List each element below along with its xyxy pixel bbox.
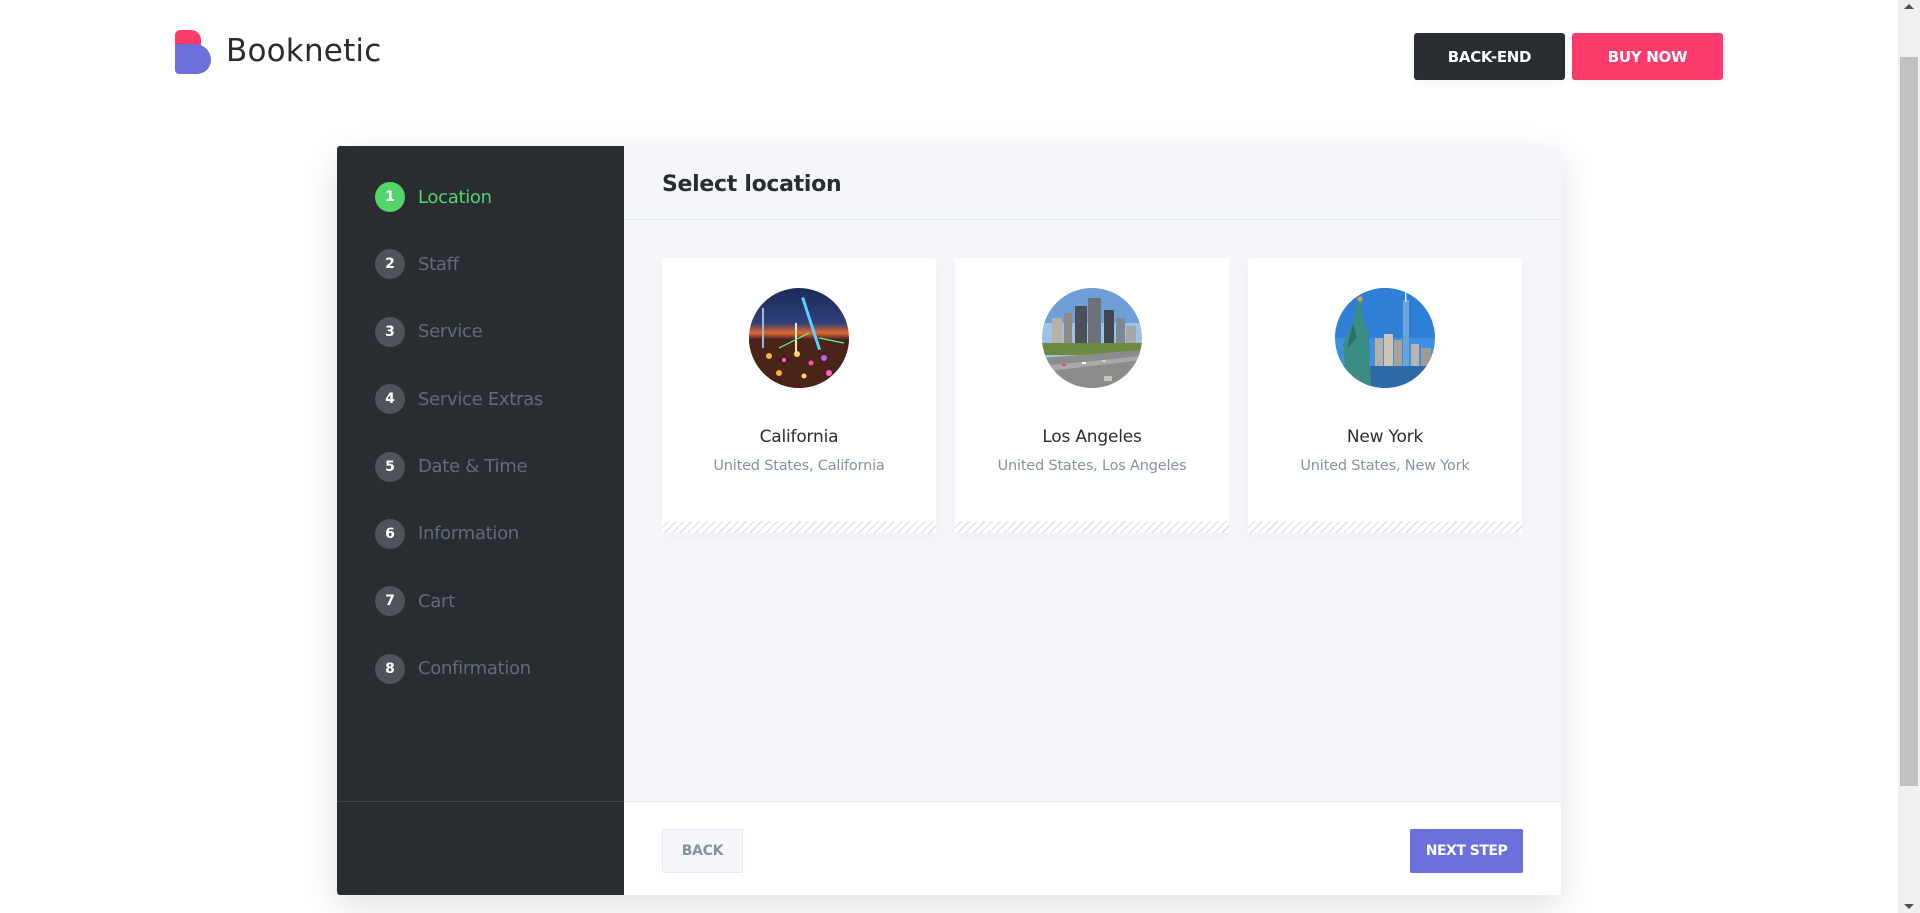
page-scrollbar[interactable] — [1898, 0, 1920, 913]
step-label: Service — [418, 321, 483, 343]
step-service[interactable]: 3 Service — [375, 316, 543, 347]
step-service-extras[interactable]: 4 Service Extras — [375, 384, 543, 415]
next-step-button[interactable]: NEXT STEP — [1410, 829, 1523, 873]
step-date-time[interactable]: 5 Date & Time — [375, 451, 543, 482]
location-name: New York — [1346, 427, 1424, 447]
step-location[interactable]: 1 Location — [375, 182, 543, 212]
step-label: Information — [418, 523, 519, 545]
location-card-new-york[interactable]: New York United States, New York — [1248, 258, 1522, 533]
step-label: Staff — [418, 253, 459, 275]
step-number-badge: 3 — [375, 316, 405, 347]
card-stripe-decoration — [662, 521, 936, 533]
card-stripe-decoration — [1248, 521, 1522, 533]
location-card-california[interactable]: California United States, California — [662, 258, 936, 533]
logo-bottom-shape — [175, 44, 211, 74]
scroll-down-arrow-icon[interactable] — [1904, 904, 1914, 909]
location-name: California — [759, 427, 839, 447]
location-address: United States, New York — [1300, 458, 1470, 474]
booking-panel: 1 Location 2 Staff 3 Service 4 Service E… — [337, 146, 1561, 895]
booknetic-logo-icon — [175, 30, 211, 75]
step-number-badge: 1 — [375, 182, 405, 212]
location-cards: California United States, California Los… — [662, 258, 1522, 533]
back-end-button[interactable]: BACK-END — [1414, 33, 1565, 80]
step-number-badge: 6 — [375, 518, 405, 549]
scrollbar-thumb[interactable] — [1900, 57, 1918, 786]
step-label: Cart — [418, 590, 455, 612]
step-confirmation[interactable]: 8 Confirmation — [375, 653, 543, 684]
location-address: United States, California — [713, 458, 885, 474]
main-content: Select location California United States… — [624, 146, 1561, 895]
california-night-fair-image — [749, 288, 849, 388]
steps-list: 1 Location 2 Staff 3 Service 4 Service E… — [375, 182, 543, 721]
step-number-badge: 2 — [375, 249, 405, 280]
step-label: Confirmation — [418, 658, 531, 680]
buy-now-button[interactable]: BUY NOW — [1572, 33, 1723, 80]
step-label: Date & Time — [418, 456, 528, 478]
step-number-badge: 8 — [375, 653, 405, 684]
scroll-up-arrow-icon[interactable] — [1904, 4, 1914, 9]
step-cart[interactable]: 7 Cart — [375, 586, 543, 617]
step-information[interactable]: 6 Information — [375, 518, 543, 549]
step-number-badge: 7 — [375, 586, 405, 617]
location-image — [1042, 288, 1142, 388]
card-stripe-decoration — [955, 521, 1229, 533]
main-footer: BACK NEXT STEP — [624, 801, 1561, 895]
brand-name: Booknetic — [226, 33, 382, 69]
location-card-los-angeles[interactable]: Los Angeles United States, Los Angeles — [955, 258, 1229, 533]
step-label: Location — [418, 186, 492, 208]
main-header: Select location — [624, 146, 1561, 220]
step-number-badge: 4 — [375, 384, 405, 415]
page-title: Select location — [662, 171, 842, 197]
sidebar-footer — [337, 801, 624, 895]
new-york-statue-of-liberty-image — [1335, 288, 1435, 388]
location-name: Los Angeles — [1042, 427, 1142, 447]
back-button[interactable]: BACK — [662, 829, 743, 873]
location-address: United States, Los Angeles — [997, 458, 1187, 474]
location-image — [749, 288, 849, 388]
step-number-badge: 5 — [375, 451, 405, 482]
brand-logo[interactable]: Booknetic — [175, 30, 381, 75]
los-angeles-skyline-image — [1042, 288, 1142, 388]
location-image — [1335, 288, 1435, 388]
step-label: Service Extras — [418, 388, 543, 410]
step-staff[interactable]: 2 Staff — [375, 249, 543, 280]
steps-sidebar: 1 Location 2 Staff 3 Service 4 Service E… — [337, 146, 624, 895]
